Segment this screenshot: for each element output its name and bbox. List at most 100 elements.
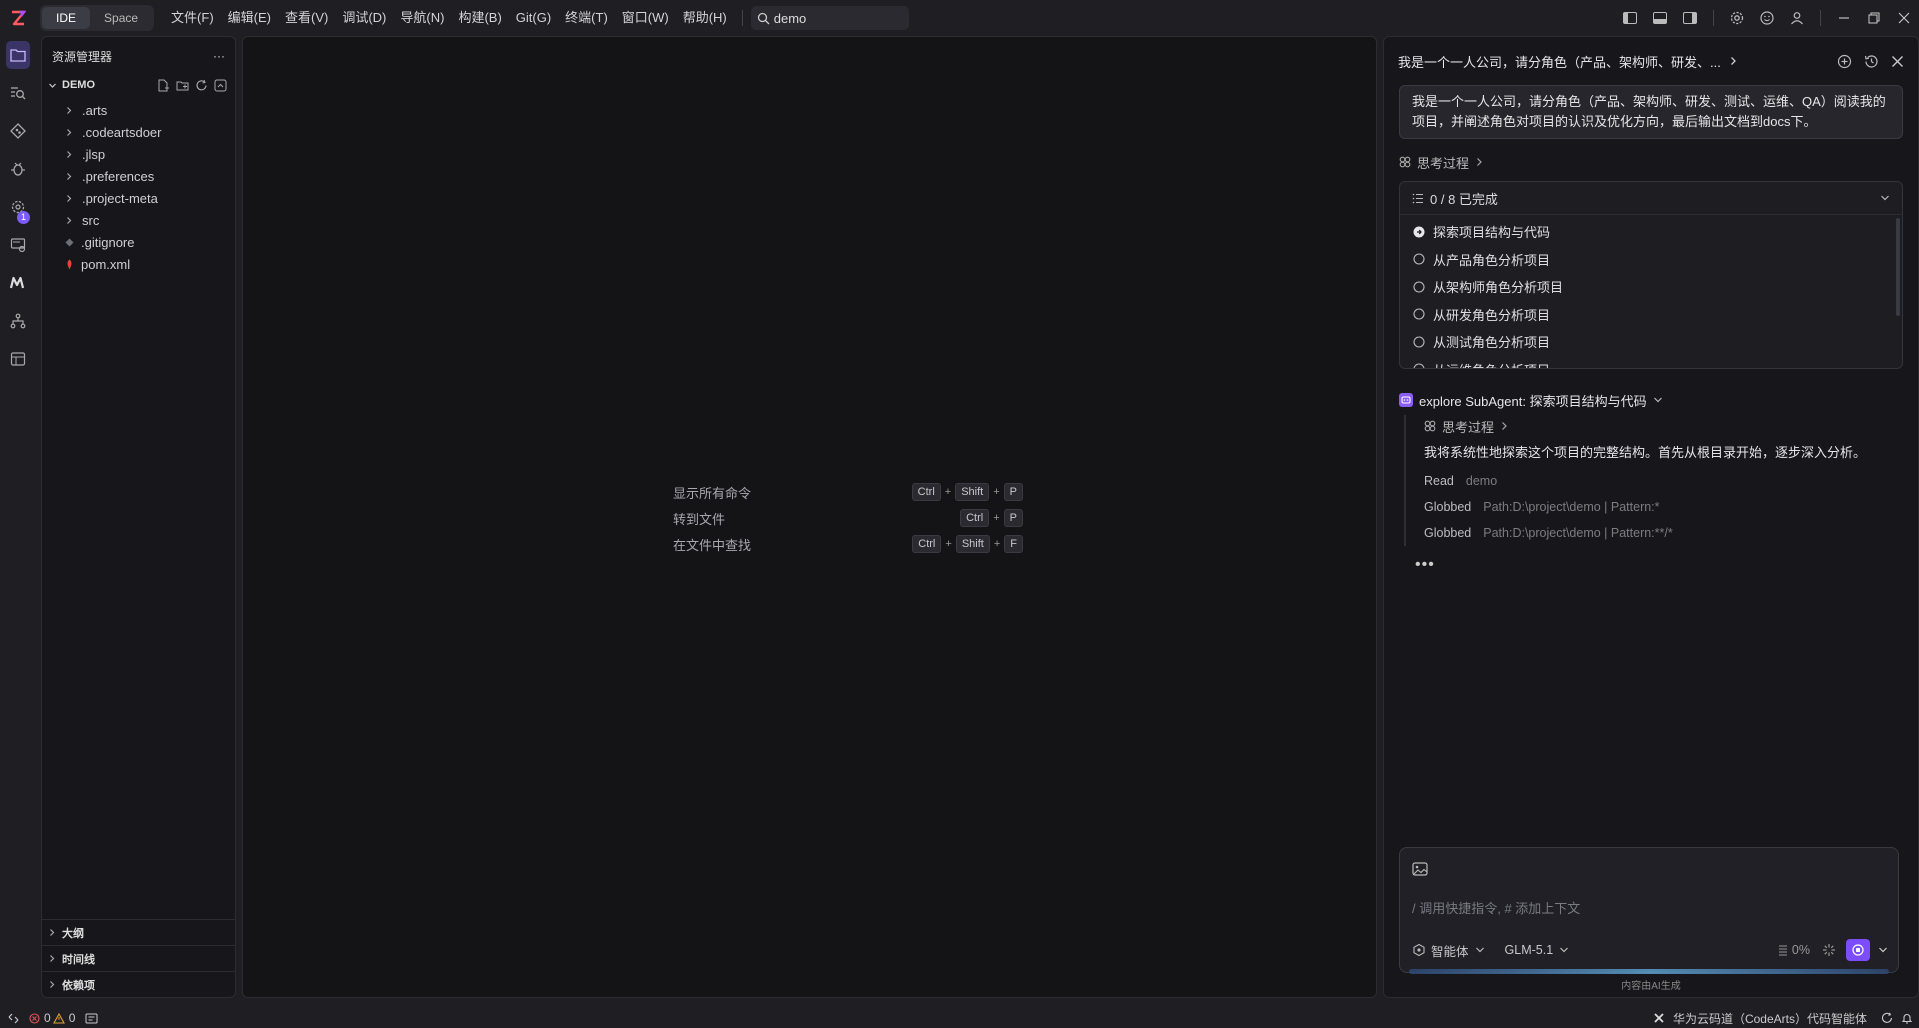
file-tree: .arts .codeartsdoer .jlsp .preferences .…	[42, 99, 235, 275]
menu-terminal[interactable]: 终端(T)	[558, 0, 615, 36]
todo-list: 0 / 8 已完成 探索项目结构与代码 从产品角色分析项目 从架构师角色分析项目…	[1399, 181, 1903, 369]
explorer-activity[interactable]	[0, 36, 36, 74]
chevron-right-icon	[62, 128, 76, 137]
chevron-down-icon[interactable]	[1878, 946, 1888, 954]
chat-input-placeholder[interactable]: / 调用快捷指令, # 添加上下文	[1412, 898, 1580, 917]
refresh-icon[interactable]	[195, 79, 208, 92]
menu-git[interactable]: Git(G)	[509, 0, 558, 36]
explorer-sidebar: 资源管理器 ··· DEMO .arts .codeartsdoer .jlsp…	[41, 36, 236, 998]
menu-help[interactable]: 帮助(H)	[676, 0, 734, 36]
command-search[interactable]: demo	[750, 6, 909, 30]
new-chat-icon[interactable]	[1837, 54, 1852, 69]
menu-edit[interactable]: 编辑(E)	[221, 0, 278, 36]
chevron-down-icon[interactable]	[1559, 946, 1569, 954]
tree-folder-src[interactable]: src	[42, 209, 235, 231]
chevron-right-icon[interactable]	[1729, 56, 1737, 66]
tree-folder-arts[interactable]: .arts	[42, 99, 235, 121]
stop-generation-button[interactable]	[1846, 939, 1870, 961]
agent-status-label[interactable]: 华为云码道（CodeArts）代码智能体	[1673, 1010, 1867, 1027]
model-select[interactable]: GLM-5.1	[1505, 943, 1554, 957]
loading-indicator: •••	[1415, 556, 1435, 573]
tree-folder-preferences[interactable]: .preferences	[42, 165, 235, 187]
tree-folder-project-meta[interactable]: .project-meta	[42, 187, 235, 209]
chat-input-box[interactable]: / 调用快捷指令, # 添加上下文 智能体 GLM-5.1 0%	[1399, 847, 1899, 973]
thinking-toggle[interactable]: 思考过程	[1399, 151, 1918, 173]
tree-file-gitignore[interactable]: .gitignore	[42, 231, 235, 253]
context-bars-icon	[1778, 944, 1788, 956]
todo-summary: 0 / 8 已完成	[1430, 191, 1498, 207]
chevron-right-icon	[62, 150, 76, 159]
menu-file[interactable]: 文件(F)	[164, 0, 221, 36]
key-cap: P	[1003, 483, 1023, 501]
chat-title[interactable]: 我是一个一人公司，请分角色（产品、架构师、研发、...	[1398, 52, 1721, 71]
agent-message: 我将系统性地探索这个项目的完整结构。首先从根目录开始，逐步深入分析。	[1424, 445, 1867, 460]
notifications-bell-icon[interactable]	[1901, 1012, 1913, 1024]
remote-indicator-icon[interactable]	[8, 1013, 19, 1024]
pending-circle-icon	[1413, 308, 1425, 320]
section-outline[interactable]: 大纲	[42, 919, 235, 945]
mode-space-tab[interactable]: Space	[90, 7, 152, 29]
collapse-all-icon[interactable]	[214, 79, 227, 92]
todo-scrollbar[interactable]	[1896, 218, 1900, 316]
tool-call-row[interactable]: Globbed Path:D:\project\demo | Pattern:**…	[1424, 520, 1903, 546]
attach-image-icon[interactable]	[1412, 862, 1428, 876]
structure-activity[interactable]	[0, 302, 36, 340]
sparkle-icon[interactable]	[1822, 943, 1836, 957]
todo-label: 从架构师角色分析项目	[1433, 280, 1564, 296]
ports-icon[interactable]	[85, 1013, 98, 1024]
subagent-title: explore SubAgent: 探索项目结构与代码	[1419, 393, 1647, 409]
warning-count[interactable]: 0	[69, 1011, 76, 1025]
table-activity[interactable]	[0, 340, 36, 378]
tool-call-row[interactable]: Globbed Path:D:\project\demo | Pattern:*	[1424, 494, 1903, 520]
error-count[interactable]: 0	[44, 1011, 51, 1025]
toggle-secondary-sidebar-icon[interactable]	[1675, 0, 1705, 36]
key-cap: Ctrl	[960, 509, 990, 527]
mode-ide-tab[interactable]: IDE	[42, 7, 91, 29]
todo-header[interactable]: 0 / 8 已完成	[1400, 182, 1902, 215]
toggle-panel-icon[interactable]	[1645, 0, 1675, 36]
sub-thinking-toggle[interactable]: 思考过程	[1424, 415, 1903, 437]
search-activity[interactable]	[0, 74, 36, 112]
close-panel-icon[interactable]	[1891, 55, 1904, 68]
menu-view[interactable]: 查看(V)	[278, 0, 335, 36]
new-file-icon[interactable]	[157, 79, 170, 92]
debug-activity[interactable]	[0, 150, 36, 188]
menu-window[interactable]: 窗口(W)	[615, 0, 676, 36]
history-icon[interactable]	[1864, 54, 1879, 69]
chevron-right-icon	[62, 216, 76, 225]
tree-folder-jlsp[interactable]: .jlsp	[42, 143, 235, 165]
markdown-activity[interactable]	[0, 264, 36, 302]
explorer-title: 资源管理器	[52, 49, 113, 64]
error-icon[interactable]	[29, 1012, 40, 1024]
new-folder-icon[interactable]	[176, 79, 189, 92]
section-timeline[interactable]: 时间线	[42, 945, 235, 971]
warning-icon[interactable]	[52, 1012, 65, 1024]
subagent-header[interactable]: explore SubAgent: 探索项目结构与代码	[1399, 389, 1903, 411]
account-user-icon[interactable]	[1782, 0, 1812, 36]
menu-debug[interactable]: 调试(D)	[335, 0, 393, 36]
shortcut-label: 在文件中查找	[673, 537, 752, 553]
tool-call-row[interactable]: Read demo	[1424, 468, 1903, 494]
section-dependencies-label: 依赖项	[62, 979, 95, 992]
minimize-icon[interactable]	[1829, 0, 1859, 36]
source-control-activity[interactable]	[0, 112, 36, 150]
more-actions-button[interactable]: ···	[213, 49, 225, 63]
agent-mode-select[interactable]: 智能体	[1431, 941, 1469, 960]
remote-activity[interactable]	[0, 226, 36, 264]
extensions-activity[interactable]: 1	[0, 188, 36, 226]
subagent-icon	[1399, 393, 1413, 407]
tree-file-pom[interactable]: pom.xml	[42, 253, 235, 275]
project-root-row[interactable]: DEMO	[42, 75, 235, 95]
close-window-icon[interactable]	[1889, 0, 1919, 36]
restore-icon[interactable]	[1859, 0, 1889, 36]
section-dependencies[interactable]: 依赖项	[42, 971, 235, 997]
menu-navigate[interactable]: 导航(N)	[393, 0, 451, 36]
chevron-down-icon	[1653, 396, 1663, 404]
sync-icon[interactable]	[1881, 1012, 1893, 1024]
menu-build[interactable]: 构建(B)	[451, 0, 508, 36]
chevron-down-icon[interactable]	[1475, 946, 1485, 954]
feedback-smile-icon[interactable]	[1752, 0, 1782, 36]
tree-folder-codeartsdoer[interactable]: .codeartsdoer	[42, 121, 235, 143]
toggle-primary-sidebar-icon[interactable]	[1615, 0, 1645, 36]
settings-gear-icon[interactable]	[1722, 0, 1752, 36]
